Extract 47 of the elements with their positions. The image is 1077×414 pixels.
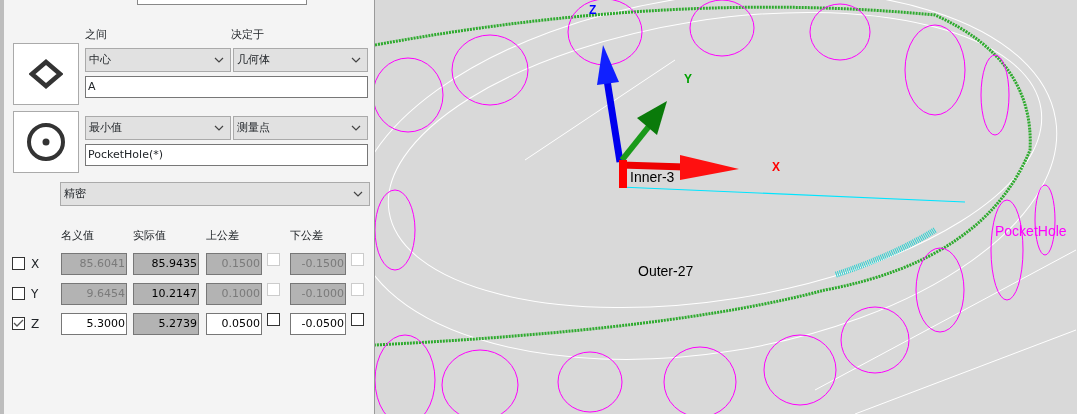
input-field[interactable] — [137, 0, 307, 5]
checkbox[interactable] — [12, 287, 25, 300]
diamond-icon — [29, 59, 63, 89]
dropdown[interactable]: 几何体 — [233, 48, 368, 72]
checkbox[interactable] — [12, 257, 25, 270]
dropdown[interactable]: 测量点 — [233, 116, 368, 140]
number-field[interactable]: 5.3000 — [61, 312, 127, 335]
caret-icon — [351, 57, 361, 63]
feature-button[interactable] — [13, 43, 79, 105]
input-field[interactable]: PocketHole(*) — [85, 144, 368, 166]
number-field[interactable]: 85.9435 — [133, 252, 199, 275]
number-field[interactable]: 10.2147 — [133, 282, 199, 305]
dropdown[interactable]: 中心 — [85, 48, 231, 72]
input-field[interactable]: A — [85, 76, 368, 98]
number-field[interactable]: 5.2739 — [133, 312, 199, 335]
number-field[interactable]: 0.0500 — [206, 312, 262, 335]
dropdown-value: 最小值 — [89, 119, 122, 136]
column-heading: 上公差 — [206, 228, 240, 244]
axis-label: Y — [684, 72, 692, 86]
axis-label: Z — [31, 315, 41, 333]
dropdown-value: 测量点 — [237, 119, 270, 136]
dropdown[interactable]: 最小值 — [85, 116, 231, 140]
column-heading: 决定于 — [231, 27, 264, 43]
checkbox[interactable] — [267, 312, 280, 326]
column-heading: 下公差 — [290, 228, 324, 244]
feature-label: Inner-3 — [630, 169, 675, 185]
axis-label: Z — [589, 3, 597, 17]
checkbox[interactable] — [351, 312, 364, 326]
dropdown-value: 中心 — [89, 51, 111, 68]
column-heading: 之间 — [85, 27, 108, 43]
feature-button[interactable] — [13, 111, 79, 173]
axis-label: X — [31, 255, 41, 273]
target-icon — [26, 122, 66, 162]
caret-icon — [214, 57, 224, 63]
caret-icon — [353, 191, 363, 197]
dropdown-value: 几何体 — [237, 51, 270, 68]
column-heading: 实际值 — [133, 228, 167, 244]
precision-dropdown[interactable]: 精密 — [60, 182, 370, 206]
dropdown-value: 精密 — [64, 185, 86, 202]
axis-label: X — [772, 160, 780, 174]
axis-label: Y — [31, 285, 40, 303]
caret-icon — [351, 125, 361, 131]
column-heading: 名义值 — [61, 228, 95, 244]
number-field[interactable]: -0.0500 — [290, 312, 346, 335]
caret-icon — [214, 125, 224, 131]
checkbox[interactable] — [12, 317, 25, 330]
feature-label: Outer-27 — [638, 263, 694, 279]
